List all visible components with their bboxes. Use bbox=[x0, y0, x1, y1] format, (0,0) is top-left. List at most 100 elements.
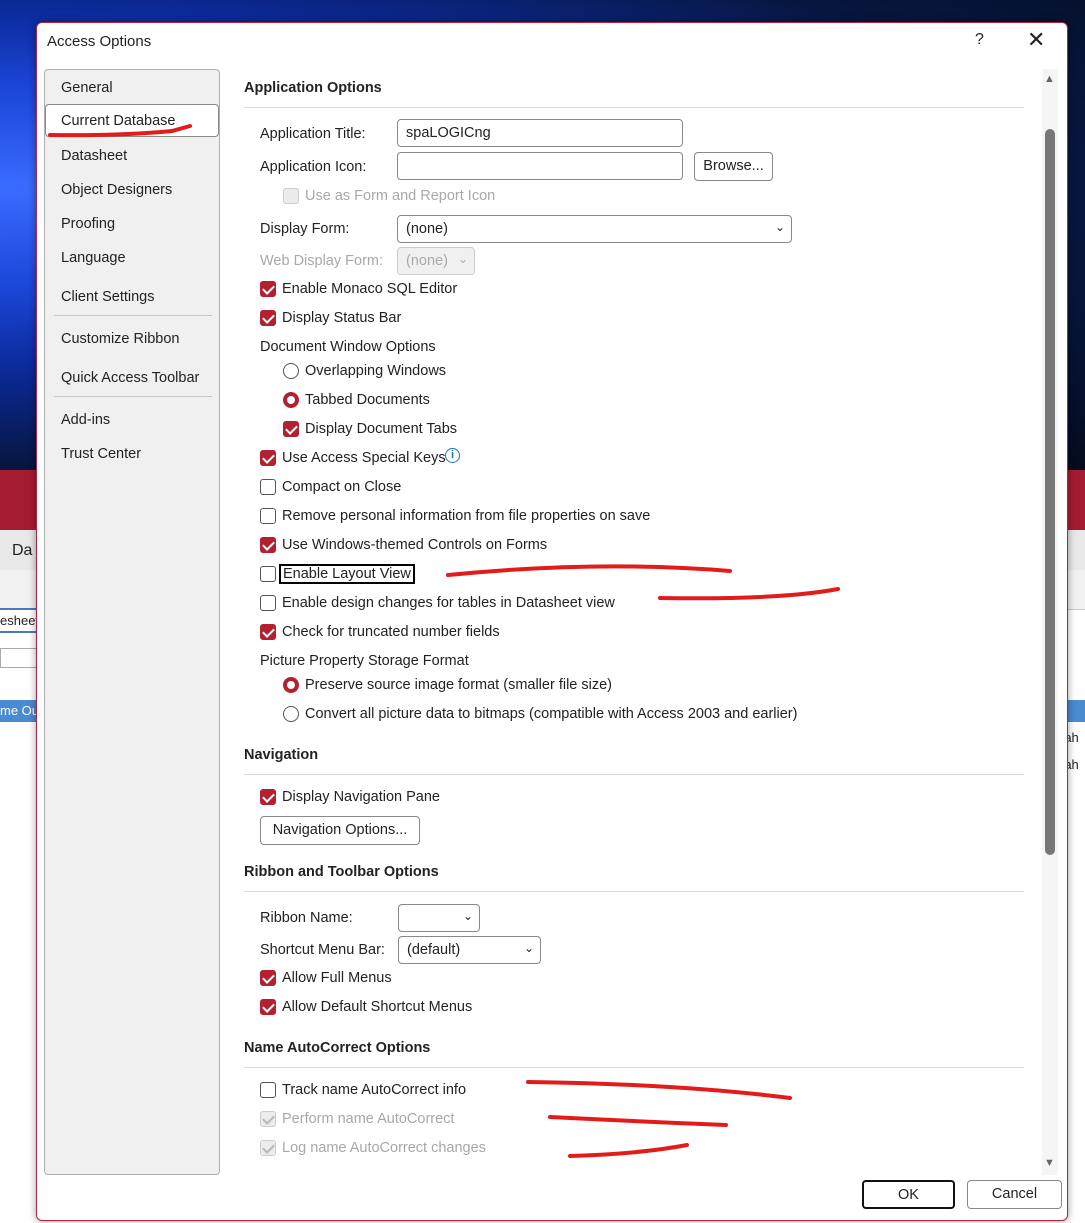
ribbon-name-label: Ribbon Name: bbox=[260, 910, 353, 926]
application-title-input[interactable]: spaLOGICng bbox=[397, 119, 683, 147]
sidebar-item-client-settings[interactable]: Client Settings bbox=[61, 289, 155, 305]
overlapping-windows-label: Overlapping Windows bbox=[305, 363, 447, 379]
compact-on-close-label: Compact on Close bbox=[282, 479, 402, 495]
vertical-scrollbar[interactable]: ▲ ▼ bbox=[1042, 69, 1058, 1175]
windows-themed-controls-checkbox[interactable] bbox=[260, 537, 276, 553]
document-tabs-checkbox[interactable] bbox=[283, 421, 299, 437]
application-icon-input[interactable] bbox=[397, 152, 683, 180]
display-form-label: Display Form: bbox=[260, 221, 350, 237]
section-header-autocorrect: Name AutoCorrect Options bbox=[244, 1040, 431, 1056]
sidebar-item-trust-center[interactable]: Trust Center bbox=[61, 446, 141, 462]
sidebar-divider bbox=[54, 396, 212, 397]
full-menus-checkbox[interactable] bbox=[260, 970, 276, 986]
monaco-label: Enable Monaco SQL Editor bbox=[282, 281, 458, 297]
full-menus-label: Allow Full Menus bbox=[282, 970, 392, 986]
chevron-down-icon: ⌄ bbox=[774, 220, 785, 234]
design-changes-checkbox[interactable] bbox=[260, 595, 276, 611]
use-as-form-icon-checkbox[interactable] bbox=[283, 188, 299, 204]
chevron-down-icon: ⌄ bbox=[462, 909, 473, 923]
help-button[interactable]: ? bbox=[975, 31, 984, 49]
background-field: esheet bbox=[0, 608, 39, 633]
sidebar-item-proofing[interactable]: Proofing bbox=[61, 216, 115, 232]
navigation-options-button[interactable]: Navigation Options... bbox=[260, 816, 420, 845]
chevron-down-icon: ⌄ bbox=[523, 941, 534, 955]
dialog-title: Access Options bbox=[47, 33, 152, 50]
truncated-number-checkbox[interactable] bbox=[260, 624, 276, 640]
section-header-navigation: Navigation bbox=[244, 747, 319, 763]
section-divider bbox=[244, 891, 1024, 892]
remove-personal-info-label: Remove personal information from file pr… bbox=[282, 508, 651, 524]
windows-themed-controls-label: Use Windows-themed Controls on Forms bbox=[282, 537, 548, 553]
navigation-pane-checkbox[interactable] bbox=[260, 789, 276, 805]
cancel-button[interactable]: Cancel bbox=[967, 1180, 1062, 1209]
section-header-application-options: Application Options bbox=[244, 80, 382, 96]
truncated-number-label: Check for truncated number fields bbox=[282, 624, 500, 640]
sidebar-item-quick-access-toolbar[interactable]: Quick Access Toolbar bbox=[61, 370, 199, 386]
track-autocorrect-checkbox[interactable] bbox=[260, 1082, 276, 1098]
status-bar-checkbox[interactable] bbox=[260, 310, 276, 326]
background-header-label: me Ou bbox=[0, 703, 40, 718]
chevron-down-icon: ⌄ bbox=[457, 252, 468, 266]
web-display-form-dropdown[interactable]: (none) ⌄ bbox=[397, 247, 475, 275]
log-autocorrect-checkbox[interactable] bbox=[260, 1140, 276, 1156]
document-tabs-label: Display Document Tabs bbox=[305, 421, 458, 437]
convert-bitmaps-label: Convert all picture data to bitmaps (com… bbox=[305, 706, 798, 722]
tabbed-documents-radio[interactable] bbox=[283, 392, 299, 408]
sidebar-divider bbox=[54, 315, 212, 316]
sidebar-item-language[interactable]: Language bbox=[61, 250, 126, 266]
ok-button[interactable]: OK bbox=[862, 1180, 955, 1209]
browse-button[interactable]: Browse... bbox=[694, 152, 773, 181]
sidebar-item-current-database[interactable]: Current Database bbox=[45, 104, 219, 137]
special-keys-label: Use Access Special Keys bbox=[282, 450, 446, 466]
section-divider bbox=[244, 774, 1024, 775]
layout-view-label: Enable Layout View bbox=[279, 564, 415, 584]
preserve-format-label: Preserve source image format (smaller fi… bbox=[305, 677, 613, 693]
shortcut-menu-bar-dropdown[interactable]: (default) ⌄ bbox=[398, 936, 541, 964]
remove-personal-info-checkbox[interactable] bbox=[260, 508, 276, 524]
scroll-down-arrow-icon[interactable]: ▼ bbox=[1044, 1157, 1055, 1169]
section-divider bbox=[244, 107, 1024, 108]
options-sidebar: General Current Database Datasheet Objec… bbox=[44, 69, 220, 1175]
use-as-form-icon-label: Use as Form and Report Icon bbox=[305, 188, 496, 204]
section-divider bbox=[244, 1067, 1024, 1068]
ribbon-name-dropdown[interactable]: ⌄ bbox=[398, 904, 480, 932]
scrollbar-thumb[interactable] bbox=[1045, 129, 1055, 855]
perform-autocorrect-checkbox[interactable] bbox=[260, 1111, 276, 1127]
sidebar-item-object-designers[interactable]: Object Designers bbox=[61, 182, 172, 198]
scroll-up-arrow-icon[interactable]: ▲ bbox=[1044, 73, 1055, 85]
perform-autocorrect-label: Perform name AutoCorrect bbox=[282, 1111, 455, 1127]
status-bar-label: Display Status Bar bbox=[282, 310, 402, 326]
web-display-form-value: (none) bbox=[406, 253, 448, 269]
close-button[interactable]: ✕ bbox=[1027, 27, 1045, 53]
monaco-checkbox[interactable] bbox=[260, 281, 276, 297]
display-form-dropdown[interactable]: (none) ⌄ bbox=[397, 215, 792, 243]
special-keys-checkbox[interactable] bbox=[260, 450, 276, 466]
default-shortcut-menus-label: Allow Default Shortcut Menus bbox=[282, 999, 473, 1015]
document-window-options-label: Document Window Options bbox=[260, 339, 436, 355]
application-title-label: Application Title: bbox=[260, 126, 366, 142]
navigation-pane-label: Display Navigation Pane bbox=[282, 789, 440, 805]
shortcut-menu-bar-value: (default) bbox=[407, 942, 461, 958]
log-autocorrect-label: Log name AutoCorrect changes bbox=[282, 1140, 486, 1156]
access-options-dialog: Access Options ? ✕ General Current Datab… bbox=[36, 22, 1068, 1221]
sidebar-item-customize-ribbon[interactable]: Customize Ribbon bbox=[61, 331, 179, 347]
layout-view-checkbox[interactable] bbox=[260, 566, 276, 582]
shortcut-menu-bar-label: Shortcut Menu Bar: bbox=[260, 942, 385, 958]
sidebar-item-datasheet[interactable]: Datasheet bbox=[61, 148, 127, 164]
track-autocorrect-label: Track name AutoCorrect info bbox=[282, 1082, 467, 1098]
display-form-value: (none) bbox=[406, 221, 448, 237]
picture-storage-label: Picture Property Storage Format bbox=[260, 653, 469, 669]
overlapping-windows-radio[interactable] bbox=[283, 363, 299, 379]
default-shortcut-menus-checkbox[interactable] bbox=[260, 999, 276, 1015]
tabbed-documents-label: Tabbed Documents bbox=[305, 392, 430, 408]
convert-bitmaps-radio[interactable] bbox=[283, 706, 299, 722]
background-select bbox=[0, 648, 40, 668]
design-changes-label: Enable design changes for tables in Data… bbox=[282, 595, 615, 611]
compact-on-close-checkbox[interactable] bbox=[260, 479, 276, 495]
sidebar-item-general[interactable]: General bbox=[61, 80, 113, 96]
info-icon[interactable]: i bbox=[445, 448, 460, 463]
application-icon-label: Application Icon: bbox=[260, 159, 367, 175]
sidebar-item-add-ins[interactable]: Add-ins bbox=[61, 412, 110, 428]
web-display-form-label: Web Display Form: bbox=[260, 253, 384, 269]
preserve-format-radio[interactable] bbox=[283, 677, 299, 693]
